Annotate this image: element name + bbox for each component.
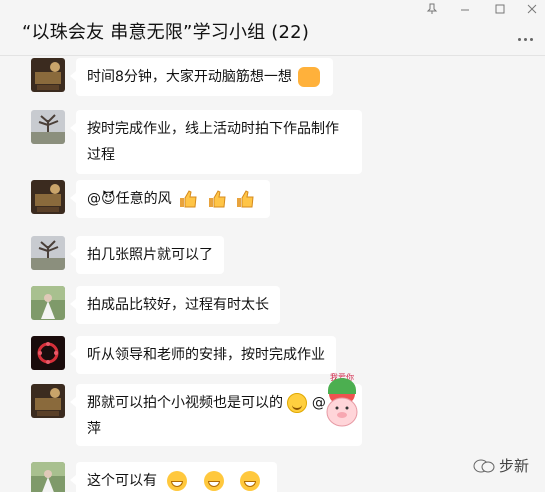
message-bubble[interactable]: 拍几张照片就可以了: [70, 236, 224, 274]
smile-icon: [287, 393, 308, 413]
pin-icon[interactable]: [422, 2, 442, 16]
thumbs-up-icon: [180, 190, 197, 208]
avatar[interactable]: [31, 286, 65, 320]
chat-title: “以珠会友 串意无限”学习小组 (22): [22, 22, 310, 43]
message-list[interactable]: 时间8分钟，大家开动脑筋想一想 按时完成作业，线上活动时拍下作品制作过程 @😈任…: [0, 56, 545, 492]
avatar[interactable]: [31, 180, 65, 214]
minimize-icon[interactable]: [455, 2, 475, 16]
message-text: 时间8分钟，大家开动脑筋想一想: [87, 69, 292, 85]
message-bubble[interactable]: 那就可以拍个小视频也是可以的 @ 萍 我爱你: [70, 372, 362, 446]
message-text: 萍: [87, 421, 101, 437]
avatar[interactable]: [31, 384, 65, 418]
avatar[interactable]: [31, 462, 65, 492]
message-text: 拍几张照片就可以了: [87, 247, 213, 263]
message-text: 按时完成作业，线上活动时拍下作品制作过程: [87, 121, 339, 163]
watermark: 步新: [473, 455, 529, 476]
message-text: @😈任意的风: [87, 191, 172, 207]
message-bubble[interactable]: 按时完成作业，线上活动时拍下作品制作过程: [70, 110, 362, 174]
message-text: 那就可以拍个小视频也是可以的: [87, 395, 283, 411]
avatar[interactable]: [31, 236, 65, 270]
message-bubble[interactable]: 听从领导和老师的安排，按时完成作业: [70, 336, 336, 374]
message-text: 拍成品比较好，过程有时太长: [87, 297, 269, 313]
watermark-label: 步新: [498, 457, 529, 475]
message-text: 这个可以有: [87, 473, 157, 489]
message-bubble[interactable]: 拍成品比较好，过程有时太长: [70, 286, 280, 324]
message-bubble[interactable]: 时间8分钟，大家开动脑筋想一想: [69, 58, 334, 96]
message-bubble[interactable]: @😈任意的风: [70, 180, 270, 218]
avatar[interactable]: [31, 58, 65, 92]
chat-header: “以珠会友 串意无限”学习小组 (22): [0, 0, 545, 56]
pig-sticker-icon: 我爱你: [326, 372, 358, 427]
grin-icon: [240, 471, 261, 491]
close-icon[interactable]: [522, 2, 542, 16]
message-bubble[interactable]: 这个可以有: [69, 462, 278, 492]
wechat-icon: [473, 459, 495, 472]
thumbs-up-icon: [208, 190, 226, 208]
fist-icon: [298, 67, 321, 87]
more-options-icon[interactable]: [518, 38, 533, 41]
thumbs-up-icon: [236, 190, 254, 208]
message-text: 听从领导和老师的安排，按时完成作业: [87, 347, 325, 363]
grin-icon: [167, 471, 188, 491]
avatar[interactable]: [31, 110, 65, 144]
grin-icon: [203, 471, 224, 491]
maximize-icon[interactable]: [490, 2, 510, 16]
avatar[interactable]: [31, 336, 65, 370]
